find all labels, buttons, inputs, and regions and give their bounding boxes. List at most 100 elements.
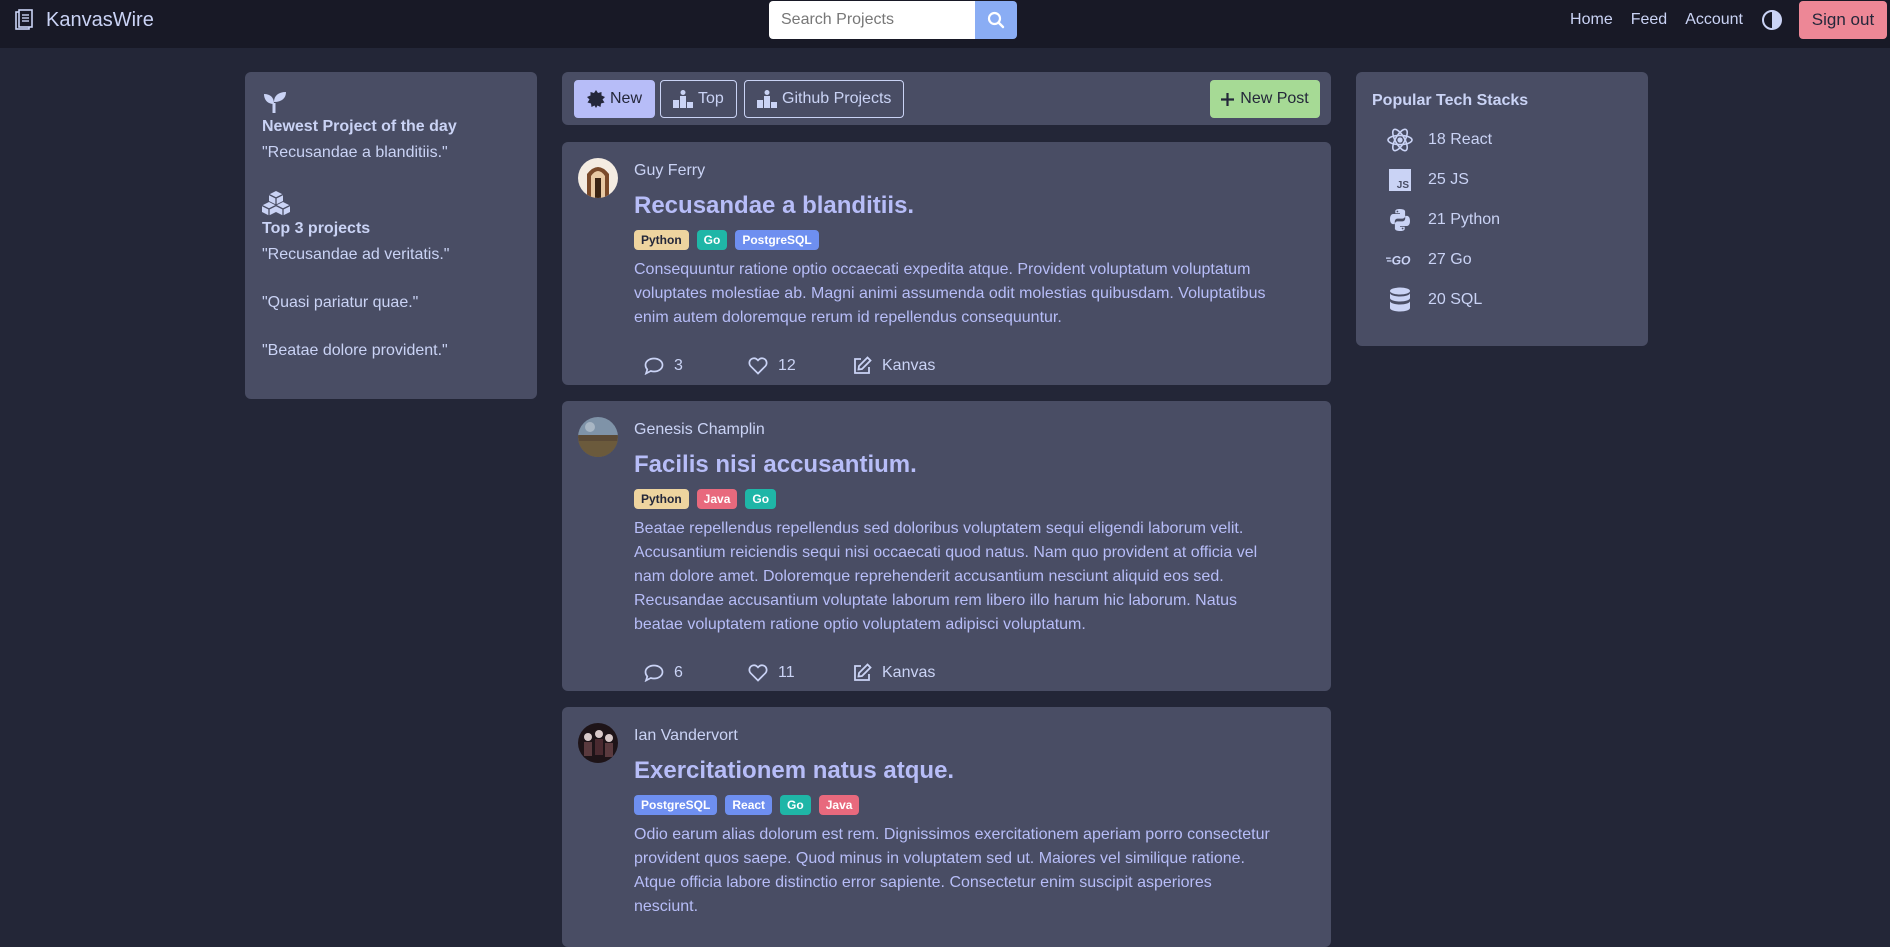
react-icon bbox=[1386, 126, 1414, 154]
post-actions: 6 11 Kanvas bbox=[644, 663, 935, 683]
filter-github-button[interactable]: Github Projects bbox=[744, 80, 905, 118]
post-title[interactable]: Exercitationem natus atque. bbox=[634, 757, 954, 785]
tag-badge: PostgreSQL bbox=[634, 795, 718, 815]
stack-item-react[interactable]: 18 React bbox=[1386, 120, 1632, 160]
post-card: Ian Vandervort Exercitationem natus atqu… bbox=[562, 707, 1331, 947]
tag-badge: React bbox=[725, 795, 773, 815]
filter-top-button[interactable]: Top bbox=[660, 80, 737, 118]
js-icon: JS bbox=[1386, 166, 1414, 194]
avatar[interactable] bbox=[578, 723, 618, 763]
search-icon bbox=[987, 11, 1005, 29]
tag-badge: Go bbox=[780, 795, 811, 815]
newest-project-link[interactable]: "Recusandae a blanditiis." bbox=[262, 144, 520, 162]
comment-icon bbox=[644, 357, 664, 375]
tech-stacks-card: Popular Tech Stacks 18 React JS 25 JS 21… bbox=[1356, 72, 1648, 346]
post-card: Genesis Champlin Facilis nisi accusantiu… bbox=[562, 401, 1331, 691]
edit-link[interactable]: Kanvas bbox=[852, 663, 935, 683]
edit-icon bbox=[854, 663, 872, 681]
nav-links: Home Feed Account Sign out bbox=[1570, 0, 1890, 40]
database-icon bbox=[1386, 286, 1414, 314]
tag-badge: Go bbox=[745, 489, 777, 509]
tag-badge: Python bbox=[634, 489, 689, 509]
search-form bbox=[769, 1, 1017, 39]
stack-label: 25 JS bbox=[1428, 171, 1469, 188]
filter-new-label: New bbox=[610, 90, 643, 107]
heart-icon bbox=[748, 664, 768, 682]
avatar[interactable] bbox=[578, 158, 618, 198]
stack-item-python[interactable]: 21 Python bbox=[1386, 200, 1632, 240]
new-post-button[interactable]: New Post bbox=[1210, 80, 1320, 118]
feed-filter-bar: New Top Github Projects New Post bbox=[562, 72, 1331, 125]
brand[interactable]: KanvasWire bbox=[14, 8, 154, 32]
like-button[interactable]: 12 bbox=[748, 357, 852, 375]
avatar[interactable] bbox=[578, 417, 618, 457]
svg-text:GO: GO bbox=[1392, 254, 1411, 267]
signout-button[interactable]: Sign out bbox=[1799, 1, 1887, 39]
post-body: Odio earum alias dolorum est rem. Dignis… bbox=[634, 826, 1270, 915]
post-body: Beatae repellendus repellendus sed dolor… bbox=[634, 520, 1258, 633]
post-body: Consequuntur ratione optio occaecati exp… bbox=[634, 261, 1266, 326]
search-button[interactable] bbox=[975, 1, 1017, 39]
edit-icon bbox=[854, 356, 872, 374]
podium-icon bbox=[757, 90, 777, 108]
edit-link[interactable]: Kanvas bbox=[852, 356, 935, 376]
stack-label: 21 Python bbox=[1428, 211, 1501, 228]
search-input[interactable] bbox=[769, 1, 975, 39]
post-author[interactable]: Guy Ferry bbox=[634, 162, 705, 180]
comment-button[interactable]: 6 bbox=[644, 664, 748, 682]
left-sidebar-card: Newest Project of the day "Recusandae a … bbox=[245, 72, 537, 399]
filter-top-label: Top bbox=[698, 90, 724, 107]
top-project-link[interactable]: "Quasi pariatur quae." bbox=[262, 294, 520, 312]
theme-toggle-icon[interactable] bbox=[1761, 9, 1783, 31]
nav-account[interactable]: Account bbox=[1685, 11, 1743, 29]
seedling-icon bbox=[262, 88, 520, 114]
post-author[interactable]: Ian Vandervort bbox=[634, 727, 738, 745]
filter-github-label: Github Projects bbox=[782, 90, 892, 107]
newest-project-heading: Newest Project of the day bbox=[262, 118, 457, 135]
new-post-label: New Post bbox=[1240, 90, 1309, 107]
editor-label: Kanvas bbox=[882, 664, 936, 681]
tag-badge: Python bbox=[634, 230, 689, 250]
nav-home[interactable]: Home bbox=[1570, 11, 1613, 29]
tag-badge: Java bbox=[696, 489, 738, 509]
brand-name[interactable]: KanvasWire bbox=[46, 9, 154, 32]
post-title[interactable]: Recusandae a blanditiis. bbox=[634, 192, 914, 220]
post-tags: Python Go PostgreSQL bbox=[634, 230, 819, 250]
tag-badge: PostgreSQL bbox=[735, 230, 819, 250]
like-count: 11 bbox=[778, 664, 795, 681]
post-author[interactable]: Genesis Champlin bbox=[634, 421, 765, 439]
top-project-link[interactable]: "Beatae dolore provident." bbox=[262, 342, 520, 360]
podium-icon bbox=[673, 90, 693, 108]
stack-item-go[interactable]: GO 27 Go bbox=[1386, 240, 1632, 280]
logo-icon bbox=[14, 8, 34, 32]
comment-count: 6 bbox=[674, 664, 683, 681]
post-card: Guy Ferry Recusandae a blanditiis. Pytho… bbox=[562, 142, 1331, 385]
stack-label: 27 Go bbox=[1428, 251, 1472, 268]
tag-badge: Go bbox=[696, 230, 728, 250]
post-tags: PostgreSQL React Go Java bbox=[634, 795, 860, 815]
filter-new-button[interactable]: New bbox=[574, 80, 656, 118]
post-tags: Python Java Go bbox=[634, 489, 777, 509]
comment-icon bbox=[644, 664, 664, 682]
like-button[interactable]: 11 bbox=[748, 664, 852, 682]
top-projects-heading: Top 3 projects bbox=[262, 220, 371, 237]
like-count: 12 bbox=[778, 357, 796, 374]
tag-badge: Java bbox=[818, 795, 860, 815]
heart-icon bbox=[748, 357, 768, 375]
nav-feed[interactable]: Feed bbox=[1631, 11, 1667, 29]
stack-label: 18 React bbox=[1428, 131, 1493, 148]
stack-item-js[interactable]: JS 25 JS bbox=[1386, 160, 1632, 200]
tech-stacks-heading: Popular Tech Stacks bbox=[1372, 92, 1529, 109]
stack-label: 20 SQL bbox=[1428, 291, 1483, 308]
comment-button[interactable]: 3 bbox=[644, 357, 748, 375]
badge-icon bbox=[587, 90, 605, 108]
post-title[interactable]: Facilis nisi accusantium. bbox=[634, 451, 917, 479]
editor-label: Kanvas bbox=[882, 357, 936, 374]
navbar: KanvasWire Home Feed Account Sign out bbox=[0, 0, 1890, 48]
go-icon: GO bbox=[1386, 246, 1414, 274]
top-project-link[interactable]: "Recusandae ad veritatis." bbox=[262, 246, 520, 264]
svg-text:JS: JS bbox=[1397, 180, 1410, 191]
stack-item-sql[interactable]: 20 SQL bbox=[1386, 280, 1632, 320]
comment-count: 3 bbox=[674, 357, 683, 374]
post-actions: 3 12 Kanvas bbox=[644, 356, 935, 376]
